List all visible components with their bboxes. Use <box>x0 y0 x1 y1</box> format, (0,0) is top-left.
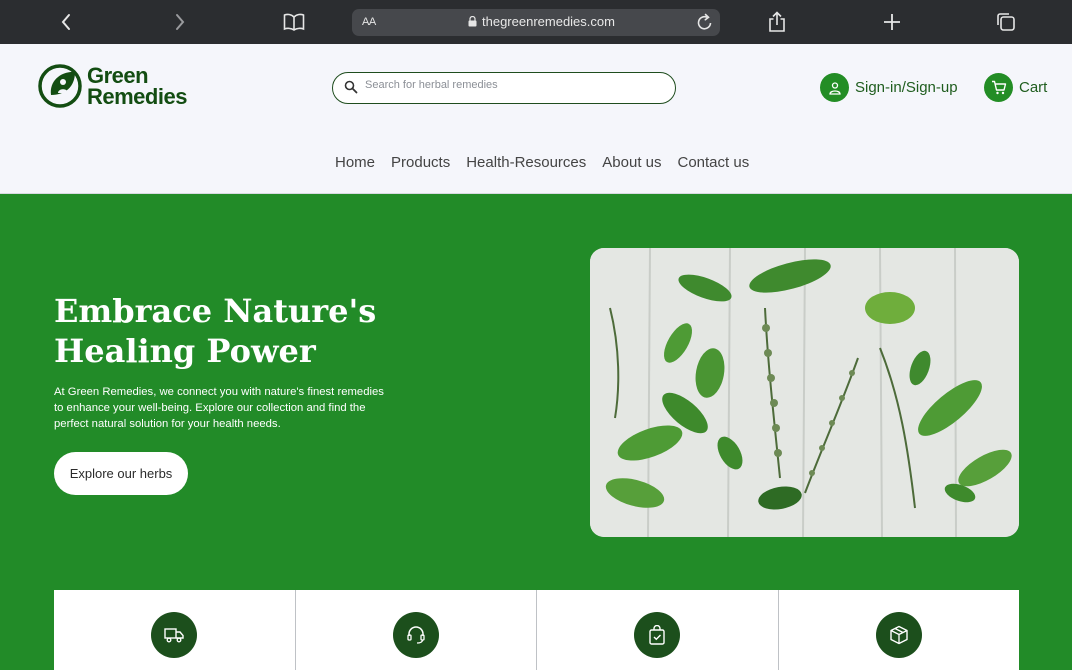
tabs-overview-button[interactable] <box>994 10 1018 34</box>
back-button[interactable] <box>54 10 78 34</box>
nav-products[interactable]: Products <box>391 154 450 171</box>
share-button[interactable] <box>765 10 789 34</box>
chevron-left-icon <box>61 14 70 30</box>
main-nav: Home Products Health-Resources About us … <box>335 154 749 171</box>
delivery-truck-icon <box>151 612 198 658</box>
new-tab-button[interactable] <box>880 10 904 34</box>
forward-button[interactable] <box>168 10 192 34</box>
cart-link[interactable]: Cart <box>984 73 1047 102</box>
herbs-photo <box>590 248 1019 537</box>
lock-icon <box>468 16 477 27</box>
hero-title-line-2: Healing Power <box>54 332 316 370</box>
hero-description: At Green Remedies, we connect you with n… <box>54 386 384 430</box>
reader-text-size-button[interactable]: AA <box>362 16 376 28</box>
url-text: thegreenremedies.com <box>482 14 615 29</box>
nav-health-resources[interactable]: Health-Resources <box>466 154 586 171</box>
chevron-right-icon <box>176 14 185 30</box>
package-box-icon <box>875 612 922 658</box>
search-icon <box>344 80 358 94</box>
open-book-icon <box>283 13 305 31</box>
features-strip <box>54 590 1019 670</box>
secure-bag-icon <box>634 612 681 658</box>
hero-title-line-1: Embrace Nature's <box>54 292 377 330</box>
logo-line-2: Remedies <box>87 84 187 109</box>
feature-card <box>779 590 1020 670</box>
nav-contact-us[interactable]: Contact us <box>678 154 750 171</box>
bookmarks-button[interactable] <box>282 10 306 34</box>
leaf-logo-icon <box>38 64 82 108</box>
feature-card <box>54 590 296 670</box>
hero-title: Embrace Nature's Healing Power <box>54 291 454 371</box>
reload-icon <box>697 13 712 30</box>
user-icon <box>820 73 849 102</box>
share-icon <box>769 11 785 32</box>
logo[interactable]: Green Remedies <box>37 63 187 109</box>
signin-label: Sign-in/Sign-up <box>855 79 958 96</box>
feature-card <box>296 590 537 670</box>
headset-support-icon <box>392 612 439 658</box>
nav-about-us[interactable]: About us <box>602 154 661 171</box>
plus-icon <box>884 14 900 30</box>
browser-toolbar: AA thegreenremedies.com <box>0 0 1072 44</box>
address-bar[interactable]: AA thegreenremedies.com <box>352 9 720 36</box>
site-header: Green Remedies Sign-in/Sign-up Cart Home… <box>0 44 1072 194</box>
explore-herbs-button[interactable]: Explore our herbs <box>54 452 188 495</box>
nav-home[interactable]: Home <box>335 154 375 171</box>
reload-button[interactable] <box>696 12 714 35</box>
signin-link[interactable]: Sign-in/Sign-up <box>820 73 958 102</box>
search-input[interactable] <box>365 79 665 91</box>
tabs-icon <box>997 13 1015 31</box>
cart-label: Cart <box>1019 79 1048 96</box>
cart-icon <box>984 73 1013 102</box>
logo-line-1: Green <box>87 63 149 88</box>
feature-card <box>537 590 779 670</box>
search-bar[interactable] <box>332 72 676 104</box>
